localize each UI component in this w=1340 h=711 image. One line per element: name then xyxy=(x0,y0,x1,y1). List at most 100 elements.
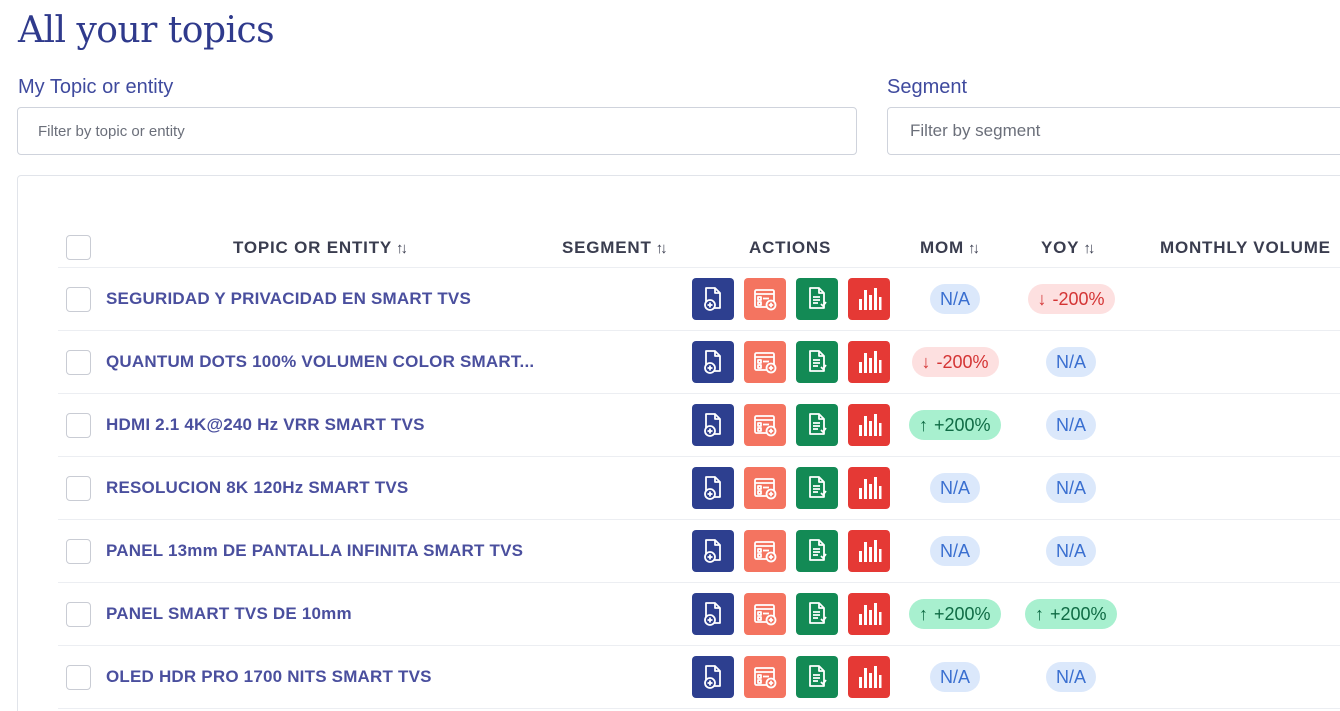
mom-badge: N/A xyxy=(930,284,981,314)
mom-value: N/A xyxy=(940,540,971,561)
row-checkbox[interactable] xyxy=(66,665,91,690)
add-template-button[interactable] xyxy=(744,593,786,635)
sheet-document-button[interactable] xyxy=(796,467,838,509)
form-plus-icon xyxy=(751,411,779,439)
topic-filter-input[interactable] xyxy=(17,107,857,155)
add-document-button[interactable] xyxy=(692,278,734,320)
bar-chart-icon xyxy=(855,663,883,691)
row-divider xyxy=(58,330,1340,331)
mom-badge: ↑ +200% xyxy=(909,410,1001,440)
row-checkbox[interactable] xyxy=(66,602,91,627)
bar-chart-icon xyxy=(855,348,883,376)
sheet-document-button[interactable] xyxy=(796,530,838,572)
bar-chart-icon xyxy=(855,600,883,628)
file-sheet-icon xyxy=(803,537,831,565)
segment-filter-input[interactable] xyxy=(887,107,1340,155)
mom-badge: N/A xyxy=(930,536,981,566)
topic-name-link[interactable]: QUANTUM DOTS 100% VOLUMEN COLOR SMART... xyxy=(106,352,534,372)
row-divider xyxy=(58,519,1340,520)
topic-name-link[interactable]: RESOLUCION 8K 120Hz SMART TVS xyxy=(106,478,408,498)
add-template-button[interactable] xyxy=(744,278,786,320)
sheet-document-button[interactable] xyxy=(796,404,838,446)
add-template-button[interactable] xyxy=(744,467,786,509)
yoy-badge: ↑ +200% xyxy=(1025,599,1117,629)
mom-badge: ↓ -200% xyxy=(911,347,999,377)
chart-button[interactable] xyxy=(848,656,890,698)
sort-arrows-icon[interactable]: ↑↓ xyxy=(396,240,408,257)
sheet-document-button[interactable] xyxy=(796,278,838,320)
file-sheet-icon xyxy=(803,600,831,628)
row-divider xyxy=(58,582,1340,583)
file-sheet-icon xyxy=(803,663,831,691)
add-document-button[interactable] xyxy=(692,341,734,383)
add-document-button[interactable] xyxy=(692,530,734,572)
file-sheet-icon xyxy=(803,285,831,313)
topic-filter-label: My Topic or entity xyxy=(18,76,174,98)
bar-chart-icon xyxy=(855,537,883,565)
file-sheet-icon xyxy=(803,411,831,439)
form-plus-icon xyxy=(751,285,779,313)
arrow-up-icon: ↑ xyxy=(919,603,928,624)
yoy-value: +200% xyxy=(1050,603,1107,624)
yoy-value: N/A xyxy=(1056,414,1087,435)
yoy-value: N/A xyxy=(1056,666,1087,687)
form-plus-icon xyxy=(751,663,779,691)
sheet-document-button[interactable] xyxy=(796,341,838,383)
yoy-value: N/A xyxy=(1056,477,1087,498)
arrow-down-icon: ↓ xyxy=(921,351,931,372)
select-all-checkbox[interactable] xyxy=(66,235,91,260)
topic-name-link[interactable]: SEGURIDAD Y PRIVACIDAD EN SMART TVS xyxy=(106,289,471,309)
topics-table-panel xyxy=(17,175,1340,711)
chart-button[interactable] xyxy=(848,341,890,383)
column-header-mom[interactable]: MOM ↑↓ xyxy=(920,238,980,258)
column-header-segment[interactable]: SEGMENT ↑↓ xyxy=(562,238,668,258)
yoy-badge: N/A xyxy=(1046,410,1097,440)
add-template-button[interactable] xyxy=(744,341,786,383)
sort-arrows-icon[interactable]: ↑↓ xyxy=(1083,240,1095,257)
mom-value: N/A xyxy=(940,477,971,498)
topic-name-link[interactable]: PANEL SMART TVS DE 10mm xyxy=(106,604,352,624)
column-header-yoy[interactable]: YOY ↑↓ xyxy=(1041,238,1095,258)
form-plus-icon xyxy=(751,348,779,376)
file-sheet-icon xyxy=(803,348,831,376)
sheet-document-button[interactable] xyxy=(796,593,838,635)
chart-button[interactable] xyxy=(848,593,890,635)
bar-chart-icon xyxy=(855,411,883,439)
mom-value: +200% xyxy=(934,414,991,435)
row-checkbox[interactable] xyxy=(66,287,91,312)
row-checkbox[interactable] xyxy=(66,350,91,375)
chart-button[interactable] xyxy=(848,467,890,509)
arrow-down-icon: ↓ xyxy=(1037,288,1047,309)
topic-name-link[interactable]: OLED HDR PRO 1700 NITS SMART TVS xyxy=(106,667,432,687)
add-template-button[interactable] xyxy=(744,530,786,572)
sort-arrows-icon[interactable]: ↑↓ xyxy=(968,240,980,257)
chart-button[interactable] xyxy=(848,278,890,320)
column-header-actions: ACTIONS xyxy=(749,238,832,257)
file-plus-icon xyxy=(699,663,727,691)
sheet-document-button[interactable] xyxy=(796,656,838,698)
row-divider xyxy=(58,708,1340,709)
yoy-badge: ↓ -200% xyxy=(1027,284,1115,314)
add-document-button[interactable] xyxy=(692,404,734,446)
chart-button[interactable] xyxy=(848,404,890,446)
yoy-value: -200% xyxy=(1052,288,1105,309)
add-template-button[interactable] xyxy=(744,404,786,446)
form-plus-icon xyxy=(751,474,779,502)
add-document-button[interactable] xyxy=(692,467,734,509)
row-checkbox[interactable] xyxy=(66,539,91,564)
file-plus-icon xyxy=(699,285,727,313)
row-checkbox[interactable] xyxy=(66,413,91,438)
form-plus-icon xyxy=(751,537,779,565)
column-header-topic[interactable]: TOPIC OR ENTITY ↑↓ xyxy=(233,238,408,258)
mom-value: +200% xyxy=(934,603,991,624)
topic-name-link[interactable]: HDMI 2.1 4K@240 Hz VRR SMART TVS xyxy=(106,415,425,435)
chart-button[interactable] xyxy=(848,530,890,572)
add-template-button[interactable] xyxy=(744,656,786,698)
bar-chart-icon xyxy=(855,285,883,313)
row-divider xyxy=(58,645,1340,646)
add-document-button[interactable] xyxy=(692,656,734,698)
row-checkbox[interactable] xyxy=(66,476,91,501)
sort-arrows-icon[interactable]: ↑↓ xyxy=(656,240,668,257)
add-document-button[interactable] xyxy=(692,593,734,635)
topic-name-link[interactable]: PANEL 13mm DE PANTALLA INFINITA SMART TV… xyxy=(106,541,523,561)
